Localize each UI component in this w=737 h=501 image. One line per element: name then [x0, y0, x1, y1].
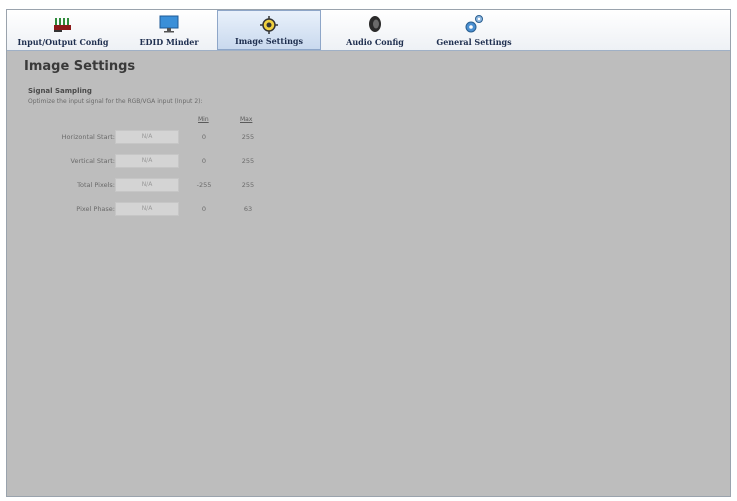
gears-icon — [465, 15, 483, 33]
row-max: 63 — [243, 205, 253, 213]
io-connector-icon — [54, 18, 71, 32]
app-window: Input/Output Config EDID Minder Image Se… — [6, 9, 731, 497]
tab-audio-config[interactable]: Audio Config — [323, 10, 427, 50]
pixel-phase-input[interactable]: N/A — [115, 202, 179, 216]
row-max: 255 — [241, 133, 255, 141]
row-label: Total Pixels: — [77, 181, 115, 189]
section-description: Optimize the input signal for the RGB/VG… — [28, 98, 203, 105]
tab-label: Image Settings — [234, 36, 304, 46]
tab-label: Input/Output Config — [17, 37, 109, 47]
row-max: 255 — [241, 181, 255, 189]
row-min: -255 — [196, 181, 212, 189]
tab-toolbar: Input/Output Config EDID Minder Image Se… — [7, 10, 730, 51]
tab-label: General Settings — [436, 37, 512, 47]
row-min: 0 — [201, 205, 207, 213]
tab-input-output-config[interactable]: Input/Output Config — [11, 10, 115, 50]
tab-label: EDID Minder — [139, 37, 199, 47]
content-panel: Image Settings Signal Sampling Optimize … — [7, 51, 730, 496]
tab-image-settings[interactable]: Image Settings — [217, 10, 321, 50]
monitor-icon — [159, 15, 179, 33]
min-column-header: Min — [198, 116, 209, 123]
setting-row-vertical-start: Vertical Start: N/A 0 255 — [7, 154, 307, 170]
setting-row-pixel-phase: Pixel Phase: N/A 0 63 — [7, 202, 307, 218]
tab-edid-minder[interactable]: EDID Minder — [117, 10, 221, 50]
row-label: Horizontal Start: — [61, 133, 115, 141]
speaker-icon — [369, 16, 381, 32]
row-label: Pixel Phase: — [76, 205, 115, 213]
row-max: 255 — [241, 157, 255, 165]
section-title: Signal Sampling — [28, 87, 92, 95]
horizontal-start-input[interactable]: N/A — [115, 130, 179, 144]
row-label: Vertical Start: — [70, 157, 115, 165]
image-settings-icon — [260, 16, 278, 34]
row-min: 0 — [201, 133, 207, 141]
tab-general-settings[interactable]: General Settings — [419, 10, 529, 50]
page-title: Image Settings — [24, 59, 136, 74]
total-pixels-input[interactable]: N/A — [115, 178, 179, 192]
setting-row-total-pixels: Total Pixels: N/A -255 255 — [7, 178, 307, 194]
max-column-header: Max — [240, 116, 253, 123]
row-min: 0 — [201, 157, 207, 165]
tab-label: Audio Config — [346, 37, 404, 47]
setting-row-horizontal-start: Horizontal Start: N/A 0 255 — [7, 130, 307, 146]
vertical-start-input[interactable]: N/A — [115, 154, 179, 168]
